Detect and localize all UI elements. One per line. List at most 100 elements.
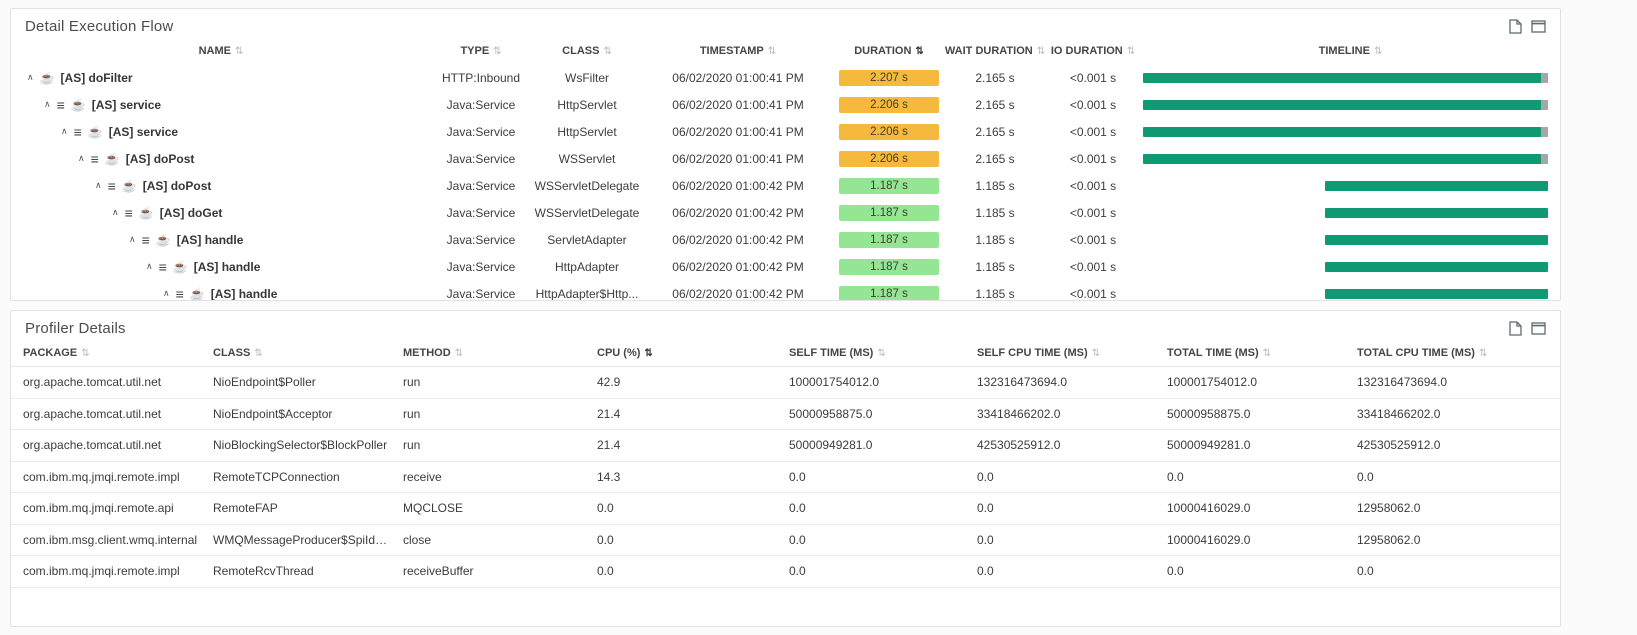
column-header-name[interactable]: NAME⇅: [11, 45, 431, 57]
column-header-total-cpu-time[interactable]: TOTAL CPU TIME (MS)⇅: [1357, 347, 1560, 359]
timeline-bar-remainder: [1541, 73, 1548, 83]
node-name-cell: ∧≡☕[AS] doGet: [11, 206, 431, 220]
column-header-cpu[interactable]: CPU (%)⇅: [597, 347, 789, 359]
class-value: WSServlet: [531, 152, 643, 166]
column-header-self-time[interactable]: SELF TIME (MS)⇅: [789, 347, 977, 359]
sort-icon: ⇅: [768, 46, 776, 57]
total-cpu-time-cell: 12958062.0: [1357, 533, 1560, 547]
maximize-window-icon[interactable]: [1531, 20, 1546, 33]
timeline-bar-remainder: [1541, 127, 1548, 137]
io-duration-value: <0.001 s: [1045, 125, 1141, 139]
method-cell: MQCLOSE: [403, 501, 597, 515]
timestamp-value: 06/02/2020 01:00:42 PM: [643, 287, 833, 301]
wait-duration-value: 2.165 s: [945, 125, 1045, 139]
timeline-bar: [1143, 100, 1548, 110]
node-label: [AS] handle: [177, 233, 244, 247]
execution-flow-row[interactable]: ∧≡☕[AS] handleJava:ServiceHttpAdapter$Ht…: [11, 280, 1560, 301]
java-icon: ☕: [122, 180, 137, 192]
menu-icon[interactable]: ≡: [176, 287, 184, 301]
column-header-method[interactable]: METHOD⇅: [403, 347, 597, 359]
total-cpu-time-cell: 0.0: [1357, 470, 1560, 484]
class-value: WSServletDelegate: [531, 206, 643, 220]
apm-dashboard: Detail Execution Flow NAME⇅ TYPE⇅ CLASS⇅…: [0, 0, 1637, 635]
column-header-io-duration[interactable]: IO DURATION⇅: [1045, 45, 1141, 57]
duration-badge: 2.206 s: [839, 97, 939, 113]
maximize-window-icon[interactable]: [1531, 322, 1546, 335]
collapse-chevron-icon[interactable]: ∧: [129, 235, 136, 244]
collapse-chevron-icon[interactable]: ∧: [146, 262, 153, 271]
column-header-package[interactable]: PACKAGE⇅: [23, 347, 213, 359]
column-header-timeline[interactable]: TIMELINE⇅: [1141, 45, 1560, 57]
execution-flow-row[interactable]: ∧≡☕[AS] doPostJava:ServiceWSServlet06/02…: [11, 145, 1560, 172]
column-header-duration[interactable]: DURATION⇅: [833, 45, 945, 57]
execution-flow-row[interactable]: ∧≡☕[AS] handleJava:ServiceServletAdapter…: [11, 226, 1560, 253]
column-header-type[interactable]: TYPE⇅: [431, 45, 531, 57]
type-value: Java:Service: [431, 233, 531, 247]
collapse-chevron-icon[interactable]: ∧: [163, 289, 170, 298]
type-value: Java:Service: [431, 152, 531, 166]
duration-cell: 1.187 s: [833, 205, 945, 221]
menu-icon[interactable]: ≡: [91, 152, 99, 166]
self-time-cell: 0.0: [789, 564, 977, 578]
total-cpu-time-cell: 0.0: [1357, 564, 1560, 578]
execution-flow-row[interactable]: ∧≡☕[AS] doPostJava:ServiceWSServletDeleg…: [11, 172, 1560, 199]
sort-icon: ⇅: [1374, 46, 1382, 57]
class-value: HttpAdapter: [531, 260, 643, 274]
timeline-bar: [1325, 208, 1548, 218]
timeline-track: [1143, 64, 1548, 91]
node-name-cell: ∧☕[AS] doFilter: [11, 71, 431, 85]
execution-flow-row[interactable]: ∧≡☕[AS] handleJava:ServiceHttpAdapter06/…: [11, 253, 1560, 280]
class-cell: NioBlockingSelector$BlockPoller: [213, 438, 403, 452]
timestamp-value: 06/02/2020 01:00:41 PM: [643, 152, 833, 166]
column-header-class[interactable]: CLASS⇅: [213, 347, 403, 359]
io-duration-value: <0.001 s: [1045, 233, 1141, 247]
java-icon: ☕: [139, 207, 154, 219]
method-cell: run: [403, 407, 597, 421]
io-duration-value: <0.001 s: [1045, 179, 1141, 193]
timeline-bar: [1325, 181, 1548, 191]
collapse-chevron-icon[interactable]: ∧: [95, 181, 102, 190]
java-icon: ☕: [88, 126, 103, 138]
timeline-cell: [1141, 199, 1560, 226]
execution-flow-row[interactable]: ∧☕[AS] doFilterHTTP:InboundWsFilter06/02…: [11, 64, 1560, 91]
execution-flow-row[interactable]: ∧≡☕[AS] doGetJava:ServiceWSServletDelega…: [11, 199, 1560, 226]
column-header-total-time[interactable]: TOTAL TIME (MS)⇅: [1167, 347, 1357, 359]
node-label: [AS] handle: [211, 287, 278, 301]
method-cell: run: [403, 375, 597, 389]
profiler-panel-header: Profiler Details: [11, 311, 1560, 340]
cpu-percent-cell: 21.4: [597, 407, 789, 421]
sort-icon: ⇅: [877, 348, 885, 359]
column-header-class[interactable]: CLASS⇅: [531, 45, 643, 57]
node-name-cell: ∧≡☕[AS] doPost: [11, 179, 431, 193]
menu-icon[interactable]: ≡: [125, 206, 133, 220]
collapse-chevron-icon[interactable]: ∧: [44, 100, 51, 109]
menu-icon[interactable]: ≡: [74, 125, 82, 139]
export-csv-icon[interactable]: [1509, 321, 1522, 336]
package-cell: com.ibm.mq.jmqi.remote.impl: [23, 564, 213, 578]
column-header-wait-duration[interactable]: WAIT DURATION⇅: [945, 45, 1045, 57]
package-cell: com.ibm.msg.client.wmq.internal: [23, 533, 213, 547]
class-cell: WMQMessageProducer$SpiIdenti...: [213, 533, 403, 547]
io-duration-value: <0.001 s: [1045, 287, 1141, 301]
profiler-row: com.ibm.mq.jmqi.remote.implRemoteRcvThre…: [11, 556, 1560, 588]
collapse-chevron-icon[interactable]: ∧: [61, 127, 68, 136]
self-time-cell: 0.0: [789, 470, 977, 484]
class-value: HttpServlet: [531, 98, 643, 112]
menu-icon[interactable]: ≡: [108, 179, 116, 193]
node-label: [AS] service: [109, 125, 178, 139]
collapse-chevron-icon[interactable]: ∧: [78, 154, 85, 163]
menu-icon[interactable]: ≡: [142, 233, 150, 247]
cpu-percent-cell: 0.0: [597, 533, 789, 547]
class-cell: RemoteTCPConnection: [213, 470, 403, 484]
column-header-self-cpu-time[interactable]: SELF CPU TIME (MS)⇅: [977, 347, 1167, 359]
collapse-chevron-icon[interactable]: ∧: [27, 73, 34, 82]
collapse-chevron-icon[interactable]: ∧: [112, 208, 119, 217]
timestamp-value: 06/02/2020 01:00:42 PM: [643, 206, 833, 220]
column-header-timestamp[interactable]: TIMESTAMP⇅: [643, 45, 833, 57]
duration-badge: 1.187 s: [839, 205, 939, 221]
export-csv-icon[interactable]: [1509, 19, 1522, 34]
execution-flow-row[interactable]: ∧≡☕[AS] serviceJava:ServiceHttpServlet06…: [11, 118, 1560, 145]
menu-icon[interactable]: ≡: [57, 98, 65, 112]
execution-flow-row[interactable]: ∧≡☕[AS] serviceJava:ServiceHttpServlet06…: [11, 91, 1560, 118]
menu-icon[interactable]: ≡: [159, 260, 167, 274]
